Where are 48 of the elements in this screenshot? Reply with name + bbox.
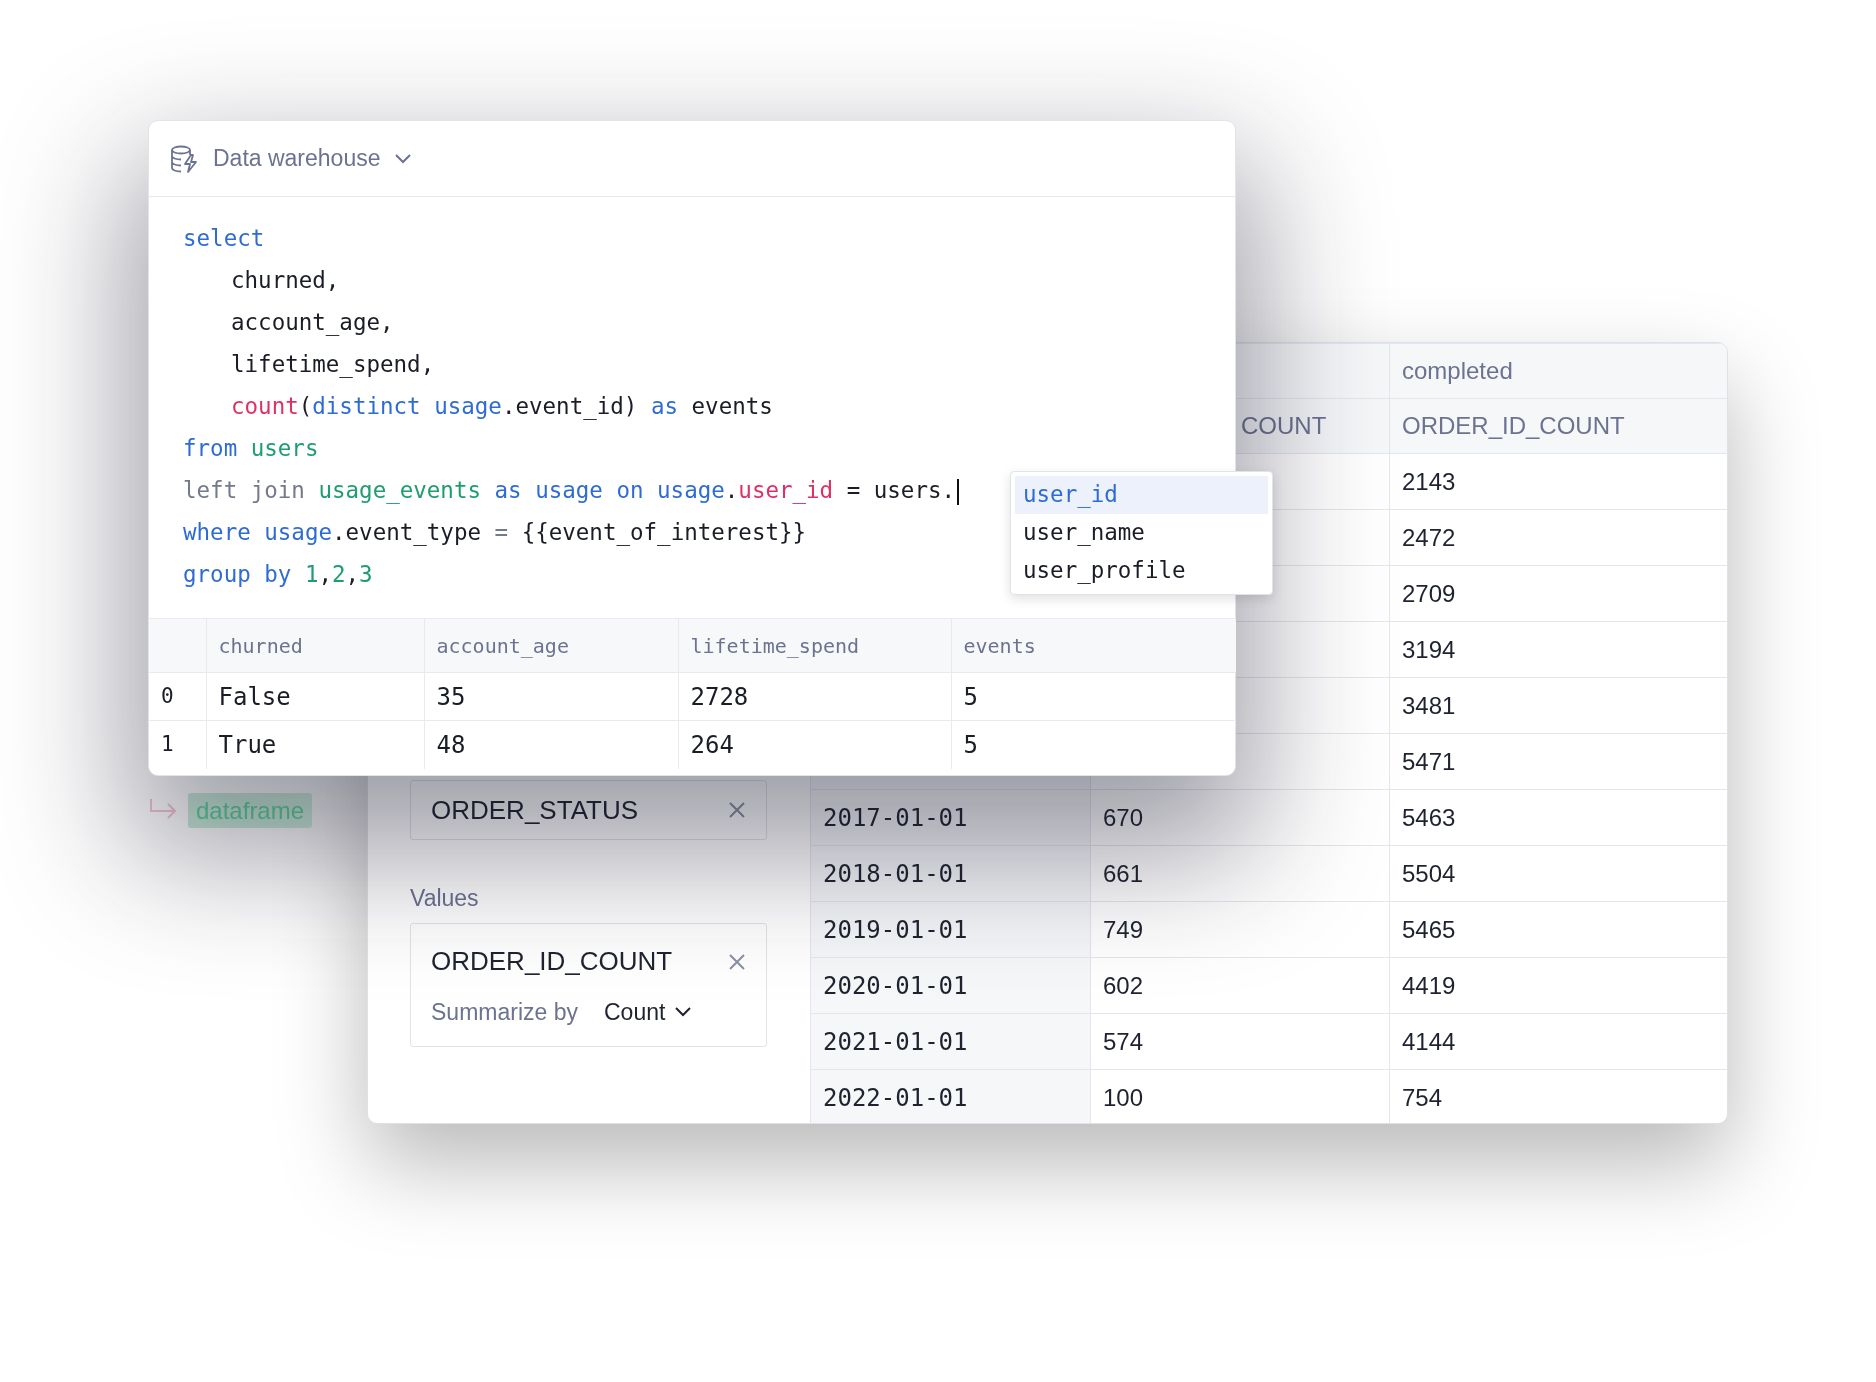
row-index: 1 [149,720,206,769]
pivot-field-chip[interactable]: ORDER_STATUS [410,780,767,840]
table-cell: 2017-01-01 [810,789,1091,846]
column-header: churned [206,618,424,673]
source-dropdown[interactable]: Data warehouse [169,141,411,176]
close-icon [728,952,746,971]
column-header: ORDER_ID_COUNT [1389,398,1727,454]
code-line[interactable]: group by 1,2,3 [183,553,373,595]
close-icon [728,801,746,819]
column-header: account_age [424,618,678,673]
field-label: ORDER_STATUS [431,793,639,827]
table-cell: 2022-01-01 [810,1069,1091,1123]
summarize-label: Summarize by [431,998,578,1027]
summarize-dropdown[interactable]: Count [604,995,692,1030]
table-cell: 2728 [678,672,951,721]
table-cell: 661 [1090,845,1390,902]
code-line[interactable]: left join usage_events as usage on usage.user_id = users. [183,469,960,511]
column-header: lifetime_spend [678,618,951,673]
chevron-down-icon [394,153,411,164]
section-label: Values [410,884,479,913]
code-line[interactable]: from users [183,427,319,469]
code-line[interactable]: count(distinct usage.event_id) as events [183,385,773,427]
table-cell: 749 [1090,901,1390,958]
pivot-field-chip[interactable]: ORDER_ID_COUNT Summarize by Count [410,923,767,1047]
database-lightning-icon [169,143,199,174]
table-cell: 2020-01-01 [810,957,1091,1014]
column-header: events [951,618,1236,673]
table-cell: 5 [951,720,1236,769]
output-variable-tag: dataframe [188,793,313,828]
code-line[interactable]: lifetime_spend, [183,343,435,385]
table-cell: 2018-01-01 [810,845,1091,902]
row-index: 0 [149,672,206,721]
table-cell: 574 [1090,1013,1390,1070]
table-cell: 670 [1090,789,1390,846]
autocomplete-item[interactable]: user_id [1015,476,1268,514]
table-cell: 2021-01-01 [810,1013,1091,1070]
code-line[interactable]: select [183,217,265,259]
table-cell: 2019-01-01 [810,901,1091,958]
table-cell: False [206,672,424,721]
table-cell: 35 [424,672,678,721]
column-header: completed [1389,343,1727,399]
field-label: ORDER_ID_COUNT [431,945,673,978]
chevron-down-icon [675,1007,692,1018]
code-line[interactable]: account_age, [183,301,394,343]
text-cursor [957,478,960,505]
table-cell: 602 [1090,957,1390,1014]
code-line[interactable]: where usage.event_type = {{event_of_interest}} [183,511,807,553]
code-line[interactable]: churned, [183,259,340,301]
